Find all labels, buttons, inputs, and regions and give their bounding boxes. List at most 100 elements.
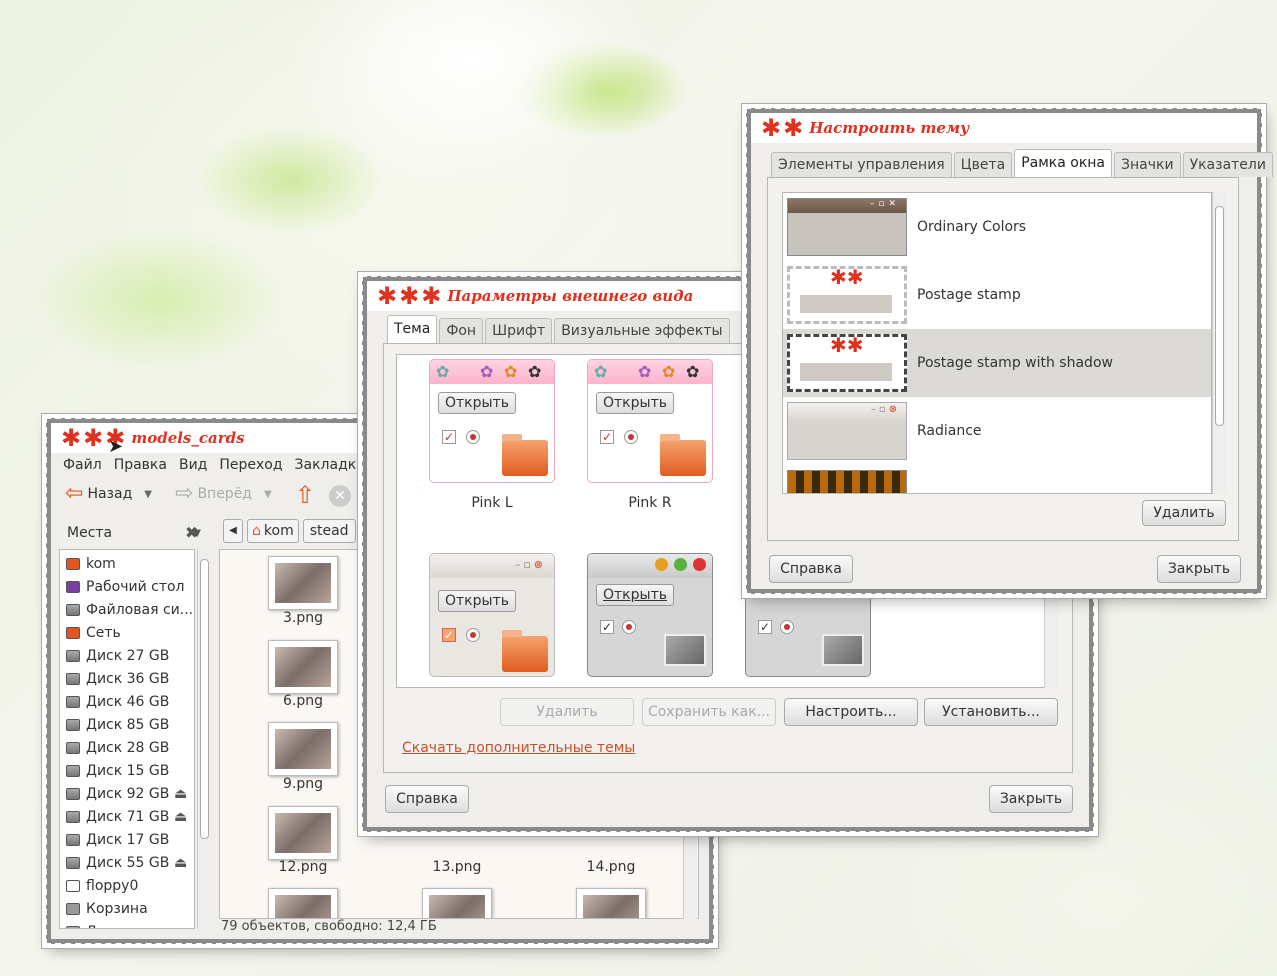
- sidebar-item[interactable]: Корзина: [66, 897, 148, 920]
- more-themes-link[interactable]: Скачать дополнительные темы: [402, 740, 635, 756]
- customize-button[interactable]: Настроить...: [784, 698, 918, 726]
- file-thumbnail[interactable]: [576, 888, 646, 918]
- preview-checkbox: ✓: [442, 430, 456, 444]
- butterfly-icon: ✿: [662, 362, 676, 381]
- sidebar-item[interactable]: Диск 55 GB ⏏: [66, 851, 187, 874]
- border-name: Radiance: [917, 423, 982, 439]
- sidebar-item[interactable]: Диск 92 GB ⏏: [66, 782, 187, 805]
- list-item-postage-stamp-shadow[interactable]: ✱✱ Postage stamp with shadow: [783, 329, 1211, 397]
- preview-checkbox: ✓: [600, 430, 614, 444]
- tab-window-border[interactable]: Рамка окна: [1014, 149, 1113, 177]
- sidebar-item[interactable]: Диск 36 GB: [66, 667, 169, 690]
- sidebar-item[interactable]: Диск 71 GB ⏏: [66, 805, 187, 828]
- file-thumbnail-12[interactable]: [268, 806, 338, 860]
- menu-edit[interactable]: Правка: [114, 457, 167, 473]
- network-icon: [66, 626, 80, 639]
- menu-view[interactable]: Вид: [179, 457, 207, 473]
- preview-checkbox: ✓: [600, 620, 614, 634]
- sidebar-item-label: Документы: [86, 924, 170, 929]
- butterfly-icon: ✿: [528, 362, 542, 381]
- trash-icon: [66, 902, 80, 915]
- help-button[interactable]: Справка: [769, 555, 853, 583]
- border-name: Ordinary Colors: [917, 219, 1027, 235]
- menu-file[interactable]: Файл: [63, 457, 102, 473]
- file-thumbnail-3[interactable]: [268, 556, 338, 610]
- sidebar-item[interactable]: floppy0: [66, 874, 138, 897]
- border-list: –▫✕ Ordinary Colors ✱✱ Postage stamp ✱✱ …: [782, 192, 1212, 494]
- sidebar-scrollbar[interactable]: [197, 549, 211, 929]
- border-list-scrollbar[interactable]: [1212, 192, 1226, 494]
- butterfly-icon: ✿: [480, 362, 494, 381]
- delete-theme-button[interactable]: Удалить: [500, 698, 634, 726]
- sidebar-item[interactable]: Диск 17 GB: [66, 828, 169, 851]
- menu-bookmarks[interactable]: Закладк: [295, 457, 357, 473]
- file-thumbnail[interactable]: [268, 888, 338, 918]
- sidebar-item[interactable]: Рабочий стол: [66, 575, 185, 598]
- stop-icon[interactable]: ✕: [329, 485, 351, 507]
- tab-theme[interactable]: Тема: [387, 315, 438, 343]
- crumb-stead[interactable]: stead: [302, 519, 356, 543]
- theme-name: Pink R: [628, 495, 672, 511]
- desktop-icon: [66, 580, 80, 593]
- close-button[interactable]: Закрыть: [989, 785, 1073, 813]
- tab-background[interactable]: Фон: [439, 318, 484, 343]
- list-item-postage-stamp[interactable]: ✱✱ Postage stamp: [783, 261, 1211, 329]
- file-thumbnail-9[interactable]: [268, 722, 338, 776]
- sidebar-item[interactable]: Файловая си...: [66, 598, 193, 621]
- drive-icon: [66, 925, 80, 928]
- butterfly-icon: ✿: [638, 362, 652, 381]
- chevron-down-icon[interactable]: ▼: [264, 489, 272, 500]
- sidebar-item[interactable]: Диск 46 GB: [66, 690, 169, 713]
- sidebar-item-label: Корзина: [86, 900, 148, 917]
- menubar: Файл Правка Вид Переход Закладк: [51, 453, 361, 477]
- sidebar-item[interactable]: Документы: [66, 920, 170, 929]
- drive-icon: [66, 787, 80, 800]
- help-button[interactable]: Справка: [385, 785, 469, 813]
- sidebar-item[interactable]: Диск 27 GB: [66, 644, 169, 667]
- preview-radio: [466, 430, 480, 444]
- sidebar-item[interactable]: Диск 85 GB: [66, 713, 169, 736]
- tab-visual-effects[interactable]: Визуальные эффекты: [554, 318, 730, 343]
- theme-preview-light[interactable]: –▫⊗ Открыть ✓: [429, 553, 555, 677]
- sidebar-item[interactable]: Диск 15 GB: [66, 759, 169, 782]
- up-arrow-icon[interactable]: ⇧: [295, 481, 315, 509]
- list-item-ordinary-colors[interactable]: –▫✕ Ordinary Colors: [783, 193, 1211, 261]
- customize-titlebar[interactable]: ✱ ✱ Настроить тему: [751, 113, 1257, 143]
- drive-icon: [66, 603, 80, 616]
- eject-icon[interactable]: ⏏: [174, 855, 187, 871]
- sidebar-item-label: Диск 92 GB: [86, 785, 170, 802]
- back-button[interactable]: ⇦ Назад ▼: [65, 483, 152, 505]
- crumb-kom[interactable]: ⌂ kom: [247, 519, 299, 543]
- theme-preview-gray[interactable]: Открыть ✓: [587, 553, 713, 677]
- forward-button[interactable]: ⇨ Вперёд ▼: [175, 483, 272, 505]
- sidebar-item[interactable]: Диск 28 GB: [66, 736, 169, 759]
- tab-icons[interactable]: Значки: [1114, 152, 1181, 177]
- install-button[interactable]: Установить...: [924, 698, 1058, 726]
- close-button[interactable]: Закрыть: [1157, 555, 1241, 583]
- tab-controls[interactable]: Элементы управления: [771, 152, 952, 177]
- eject-icon[interactable]: ⏏: [174, 786, 187, 802]
- home-icon: ⌂: [252, 523, 261, 539]
- preview-checkbox: ✓: [442, 628, 456, 642]
- close-sidebar-icon[interactable]: ✖: [185, 523, 198, 542]
- tab-font[interactable]: Шрифт: [485, 318, 553, 343]
- path-back-icon[interactable]: ◀: [223, 519, 243, 543]
- places-sidebar: kom Рабочий стол Файловая си... Сеть Диск 27…: [59, 549, 195, 929]
- tab-colors[interactable]: Цвета: [953, 152, 1013, 177]
- theme-preview-pink-r[interactable]: ✿ ✿ ✿ ✿ Открыть ✓: [587, 359, 713, 483]
- eject-icon[interactable]: ⏏: [174, 809, 187, 825]
- sidebar-item[interactable]: Сеть: [66, 621, 121, 644]
- file-thumbnail-6[interactable]: [268, 640, 338, 694]
- tab-pointers[interactable]: Указатели: [1182, 152, 1273, 177]
- file-thumbnail[interactable]: [422, 888, 492, 918]
- save-as-button[interactable]: Сохранить как...: [642, 698, 776, 726]
- border-preview: –▫⊗: [787, 402, 907, 460]
- chevron-down-icon[interactable]: ▼: [144, 489, 152, 500]
- window-buttons-icon: –▫⊗: [514, 558, 546, 571]
- menu-go[interactable]: Переход: [219, 457, 282, 473]
- sidebar-item[interactable]: kom: [66, 552, 116, 575]
- delete-border-button[interactable]: Удалить: [1142, 500, 1226, 526]
- list-item-radiance[interactable]: –▫⊗ Radiance: [783, 397, 1211, 465]
- theme-preview-pink-l[interactable]: ✿ ✿ ✿ ✿ Открыть ✓: [429, 359, 555, 483]
- list-item-partial[interactable]: [783, 465, 1211, 493]
